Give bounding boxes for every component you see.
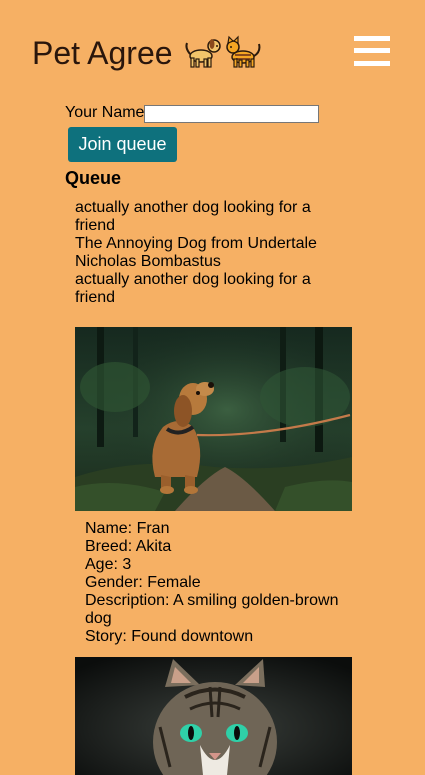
join-queue-button[interactable]: Join queue [68,127,177,162]
dog-photo [75,327,352,511]
menu-bar-middle [354,48,390,53]
queue-entry: actually another dog looking for a frien… [75,271,311,306]
pet-story: Story: Found downtown [85,628,254,645]
dog-emoji-icon [185,39,222,68]
queue-entry: The Annoying Dog from Undertale [75,235,317,252]
queue-entry: Nicholas Bombastus [75,253,221,270]
pet-age: Age: 3 [85,556,132,573]
app-title: Pet Agree [32,33,265,79]
pet-name: Name: Fran [85,520,170,537]
name-form-row: Your Name [65,103,320,123]
pet-description: Description: A smiling golden-brown dog [85,592,339,627]
cat-emoji-icon [226,35,261,68]
queue-list: actually another dog looking for a frien… [75,199,337,307]
pet-gender: Gender: Female [85,574,201,591]
menu-bar-bottom [354,61,390,66]
queue-entry: actually another dog looking for a frien… [75,199,311,234]
menu-bar-top [354,36,390,41]
dog-cat-emoji-icon [181,34,265,79]
queue-heading: Queue [65,168,122,188]
pet-breed: Breed: Akita [85,538,172,555]
page: Pet Agree Your Name Join queue Queue act… [0,0,425,775]
hamburger-menu-icon[interactable] [354,36,390,66]
name-input[interactable] [144,104,320,123]
pet-card-dog: Name: Fran Breed: Akita Age: 3 Gender: F… [75,327,352,646]
pet-card-cat [75,657,352,775]
cat-photo [75,657,352,775]
app-title-text: Pet Agree [32,35,173,71]
pet-info: Name: Fran Breed: Akita Age: 3 Gender: F… [85,520,347,646]
name-label: Your Name [65,104,145,121]
